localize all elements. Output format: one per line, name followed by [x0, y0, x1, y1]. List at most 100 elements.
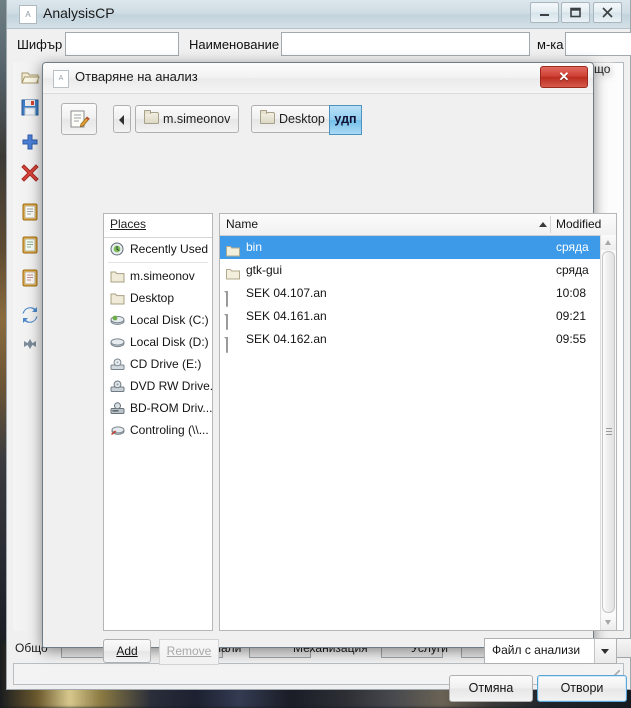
main-form-row: Шифър Наименование м-ка: [13, 31, 631, 59]
place-controling-network[interactable]: Controling (\\...: [104, 419, 212, 441]
bd-rom-drive-icon: [110, 400, 126, 414]
place-label: CD Drive (E:): [130, 357, 202, 371]
hard-disk-icon: [110, 334, 126, 348]
column-header-name[interactable]: Name: [226, 217, 258, 231]
refresh-icon[interactable]: [20, 305, 40, 325]
file-list-header: Name Modified: [220, 214, 616, 236]
path-bar: m.simeonov Desktop удп: [43, 93, 593, 145]
file-type-filter-select[interactable]: Файл с анализи: [484, 638, 617, 664]
place-label: Controling (\\...: [130, 423, 209, 437]
dvd-rw-drive-icon: [110, 378, 126, 392]
scroll-down-arrow-icon[interactable]: [601, 615, 616, 630]
clipboard-3-icon[interactable]: [20, 268, 40, 288]
folder-icon: [226, 242, 240, 257]
place-m-simeonov[interactable]: m.simeonov: [104, 265, 212, 287]
dialog-titlebar: A Отваряне на анализ ✕: [43, 63, 593, 94]
column-header-modified[interactable]: Modified: [556, 217, 601, 231]
close-icon: ✕: [558, 69, 570, 84]
mka-input[interactable]: [565, 32, 631, 56]
place-bd-rom-drive[interactable]: BD-ROM Driv...: [104, 397, 212, 419]
main-window-title: AnalysisCP: [43, 5, 115, 21]
path-previous-button[interactable]: [113, 105, 131, 133]
place-local-disk-c[interactable]: Local Disk (C:): [104, 309, 212, 331]
place-label: Local Disk (C:): [130, 313, 209, 327]
file-name: bin: [246, 240, 263, 254]
add-button[interactable]: Add: [103, 639, 151, 663]
scrollbar-thumb[interactable]: [602, 251, 615, 613]
add-button-label: Add: [116, 644, 138, 658]
folder-icon: [260, 110, 275, 124]
open-button[interactable]: Отвори: [537, 675, 627, 702]
save-icon[interactable]: [20, 97, 40, 117]
file-list-pane: Name Modified bin сряда gtk-gui сряда SE…: [219, 213, 617, 631]
hard-disk-system-icon: [110, 312, 126, 326]
minimize-button[interactable]: [530, 2, 559, 23]
remove-button: Remove: [159, 639, 219, 665]
network-drive-icon: [110, 422, 126, 436]
file-modified: 09:21: [556, 309, 587, 323]
file-modified: сряда: [556, 263, 589, 277]
sort-ascending-icon: [539, 222, 547, 227]
folder-icon: [110, 290, 126, 305]
file-name: SEK 04.161.an: [246, 309, 327, 323]
dialog-close-button[interactable]: ✕: [540, 66, 588, 88]
cancel-button[interactable]: Отмяна: [449, 675, 533, 702]
places-header: Places: [104, 214, 212, 238]
place-label: Recently Used: [130, 242, 209, 256]
folder-icon: [110, 268, 126, 283]
document-icon: [226, 334, 240, 353]
naimenovanie-label: Наименование: [189, 37, 280, 52]
filter-selected-value: Файл с анализи: [492, 643, 581, 657]
settings-icon[interactable]: [20, 335, 40, 355]
open-folder-icon[interactable]: [20, 67, 40, 87]
clipboard-2-icon[interactable]: [20, 235, 40, 255]
scrollbar-grip-icon: [606, 428, 612, 435]
file-modified: 10:08: [556, 286, 587, 300]
place-desktop[interactable]: Desktop: [104, 287, 212, 309]
document-icon: [226, 288, 240, 307]
clipboard-1-icon[interactable]: [20, 202, 40, 222]
places-separator: [108, 262, 208, 263]
file-list-scrollbar[interactable]: [600, 235, 616, 630]
place-cd-drive-e[interactable]: CD Drive (E:): [104, 353, 212, 375]
main-titlebar: A AnalysisCP: [7, 0, 630, 29]
place-label: DVD RW Drive...: [130, 379, 213, 393]
breadcrumb-udp-active[interactable]: удп: [329, 105, 362, 135]
delete-icon[interactable]: [20, 162, 40, 182]
close-button[interactable]: [593, 2, 622, 23]
chevron-down-icon[interactable]: [594, 639, 616, 663]
recent-clock-icon: [110, 241, 126, 256]
breadcrumb-m-simeonov[interactable]: m.simeonov: [135, 105, 240, 133]
shto-label: що: [594, 62, 611, 76]
table-row[interactable]: SEK 04.107.an 10:08: [220, 282, 616, 307]
table-row[interactable]: gtk-gui сряда: [220, 259, 616, 282]
cd-drive-icon: [110, 356, 126, 370]
file-name: SEK 04.107.an: [246, 286, 327, 300]
place-label: BD-ROM Driv...: [130, 401, 213, 415]
place-label: Desktop: [130, 291, 175, 305]
folder-icon: [226, 265, 240, 280]
add-icon[interactable]: [20, 132, 40, 152]
folder-icon: [144, 110, 159, 124]
table-row[interactable]: SEK 04.162.an 09:55: [220, 328, 616, 353]
shifur-input[interactable]: [65, 32, 179, 56]
scroll-up-arrow-icon[interactable]: [601, 235, 616, 250]
breadcrumb-desktop[interactable]: Desktop: [251, 105, 334, 133]
remove-button-label: Remove: [166, 644, 212, 658]
file-modified: 09:55: [556, 332, 587, 346]
app-icon: A: [19, 5, 37, 24]
document-icon: [226, 311, 240, 330]
place-local-disk-d[interactable]: Local Disk (D:): [104, 331, 212, 353]
maximize-button[interactable]: [561, 2, 590, 23]
places-pane: Places Recently Used m.simeonov Desktop …: [103, 213, 213, 631]
file-modified: сряда: [556, 240, 589, 254]
breadcrumb-label: m.simeonov: [163, 112, 231, 126]
place-recently-used[interactable]: Recently Used: [104, 238, 212, 260]
naimenovanie-input[interactable]: [281, 32, 530, 56]
dialog-title: Отваряне на анализ: [75, 69, 198, 84]
column-divider[interactable]: [550, 216, 551, 233]
place-dvd-rw-drive[interactable]: DVD RW Drive...: [104, 375, 212, 397]
table-row[interactable]: SEK 04.161.an 09:21: [220, 305, 616, 330]
table-row[interactable]: bin сряда: [220, 236, 616, 259]
edit-location-icon[interactable]: [61, 103, 97, 135]
